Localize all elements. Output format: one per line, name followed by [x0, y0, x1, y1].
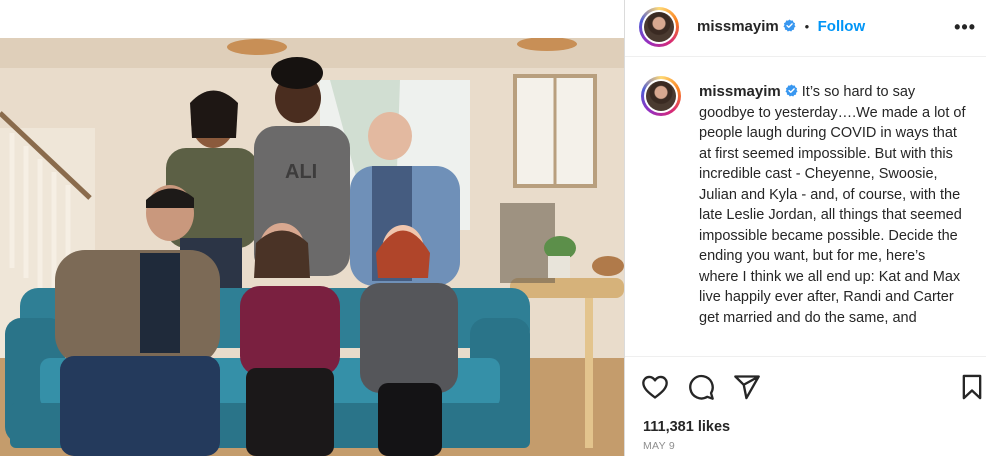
bookmark-icon[interactable] [958, 373, 986, 401]
share-icon[interactable] [733, 373, 761, 401]
post-sidebar: missmayim • Follow ••• missmayim It’s so… [625, 0, 986, 456]
heart-icon[interactable] [641, 373, 669, 401]
avatar[interactable] [639, 7, 679, 47]
verified-badge-icon [783, 19, 796, 32]
follow-button[interactable]: Follow [818, 18, 866, 35]
post-photo[interactable]: ALI [0, 38, 624, 456]
cast-photo-illustration: ALI [0, 38, 624, 456]
verified-badge-icon [785, 84, 798, 97]
caption-profile-picture [646, 81, 676, 111]
caption-username-link[interactable]: missmayim [699, 83, 781, 100]
caption-text-block: missmayim It’s so hard to say goodbye to… [699, 82, 967, 328]
header-row: missmayim • Follow [697, 18, 865, 36]
post-media[interactable]: ALI [0, 0, 624, 456]
post-caption: missmayim It’s so hard to say goodbye to… [641, 72, 976, 356]
comment-icon[interactable] [687, 373, 715, 401]
post-date[interactable]: MAY 9 [643, 440, 675, 452]
profile-picture [644, 12, 674, 42]
username-link[interactable]: missmayim [697, 18, 779, 35]
likes-count[interactable]: 111,381 likes [643, 419, 730, 435]
caption-avatar[interactable] [641, 76, 681, 116]
caption-text: It’s so hard to say goodbye to yesterday… [699, 84, 966, 326]
more-options-icon[interactable]: ••• [954, 17, 976, 38]
svg-text:ALI: ALI [285, 161, 317, 183]
post-header: missmayim • Follow ••• [625, 0, 986, 57]
separator-dot: • [804, 19, 810, 34]
post-actions: 111,381 likes MAY 9 [625, 356, 986, 457]
